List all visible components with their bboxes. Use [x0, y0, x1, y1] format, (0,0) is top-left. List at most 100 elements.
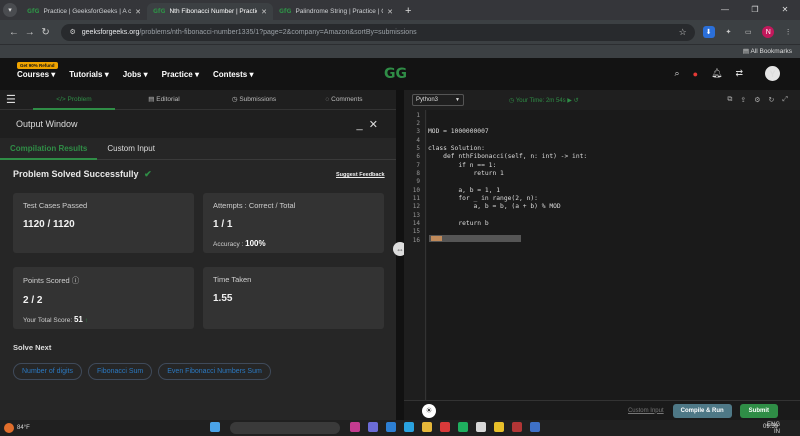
browser-tab-bar: ▾ GfG Practice | GeeksforGeeks | A co ✕ …: [0, 0, 800, 20]
maximize-icon[interactable]: ❐: [740, 0, 770, 20]
tab-label: Submissions: [239, 95, 277, 103]
bookmark-star-icon[interactable]: ☆: [679, 27, 687, 38]
app-icon[interactable]: [350, 422, 360, 432]
folder-icon[interactable]: [422, 422, 432, 432]
tab-submissions[interactable]: ◷ Submissions: [209, 90, 299, 110]
minimize-output-icon[interactable]: _: [357, 119, 363, 131]
app-icon[interactable]: [530, 422, 540, 432]
tab-search-icon[interactable]: ▾: [3, 3, 17, 17]
weather-widget[interactable]: 84°F: [4, 423, 30, 433]
code-editor[interactable]: MOD = 1000000007 class Solution: def nth…: [427, 110, 800, 400]
close-icon[interactable]: ✕: [135, 8, 141, 16]
chrome-icon[interactable]: [494, 422, 504, 432]
url-input[interactable]: ⚙ geeksforgeeks.org /problems/nth-fibona…: [61, 23, 695, 41]
taskbar-search-input[interactable]: [230, 422, 340, 434]
settings-icon[interactable]: ⚙: [754, 96, 760, 104]
clock[interactable]: 09:59: [763, 424, 778, 431]
reload-icon[interactable]: ↻: [38, 27, 54, 38]
hamburger-icon[interactable]: ☰: [6, 93, 19, 106]
browser-tab-active[interactable]: GfG Nth Fibonacci Number | Practic ✕: [147, 3, 273, 20]
editor-footer: ☀ Custom Input Compile & Run Submit: [404, 400, 800, 420]
suggest-feedback-link[interactable]: Suggest Feedback: [336, 172, 385, 178]
minimize-icon[interactable]: —: [710, 0, 740, 20]
output-window: Output Window _ ✕ Compilation Results Cu…: [0, 110, 396, 420]
browser-tab[interactable]: GfG Palindrome String | Practice | G ✕: [273, 3, 399, 20]
sidebar-icon[interactable]: ▭: [742, 26, 754, 38]
upload-icon[interactable]: ⇪: [740, 96, 746, 104]
output-title-bar: Output Window _ ✕: [0, 110, 396, 138]
close-output-icon[interactable]: ✕: [369, 119, 378, 131]
accuracy-row: Accuracy : 100%: [213, 239, 374, 248]
nav-contests[interactable]: Contests ▾: [213, 70, 253, 79]
profile-avatar[interactable]: N: [762, 26, 775, 38]
editor-icons: ⧉ ⇪ ⚙ ↻ ⤢: [719, 96, 788, 104]
app-icon[interactable]: [458, 422, 468, 432]
tab-comments[interactable]: ◌ Comments: [299, 90, 389, 110]
lightbulb-icon[interactable]: ☀: [422, 403, 436, 418]
code-line: a, b = b, (a + b) % MOD: [428, 203, 561, 210]
window-close-icon[interactable]: ✕: [770, 0, 800, 20]
tab-label: Comments: [331, 95, 363, 103]
custom-input-link[interactable]: Custom Input: [628, 408, 664, 414]
reset-code-icon[interactable]: ↻: [769, 96, 775, 104]
window-controls: — ❐ ✕: [710, 0, 800, 20]
menu-icon[interactable]: ⋮: [782, 26, 794, 38]
line-number: 16: [412, 237, 420, 244]
tab-custom-input[interactable]: Custom Input: [97, 138, 165, 160]
url-host: geeksforgeeks.org: [81, 28, 140, 36]
app-icon[interactable]: [404, 422, 414, 432]
problem-tabs: ☰ </> Problem ▤ Editorial ◷ Submissions …: [0, 90, 400, 110]
gfg-ai-icon[interactable]: ●: [693, 69, 698, 79]
windows-start-icon[interactable]: [210, 422, 220, 432]
chevron-down-icon: ▼: [455, 97, 460, 103]
nav-jobs[interactable]: Jobs ▾: [123, 70, 148, 79]
app-icon[interactable]: [440, 422, 450, 432]
puzzle-icon[interactable]: ✦: [723, 26, 735, 38]
info-icon[interactable]: ⓘ: [72, 276, 80, 285]
play-icon[interactable]: ▶: [567, 98, 572, 104]
search-icon[interactable]: ⌕: [675, 68, 680, 79]
submit-button[interactable]: Submit: [739, 403, 778, 418]
nav-tutorials[interactable]: Tutorials ▾: [69, 70, 108, 79]
language-select[interactable]: Python3 ▼: [412, 94, 464, 106]
copy-icon[interactable]: ⧉: [727, 96, 732, 104]
bell-icon[interactable]: 🔔︎: [711, 68, 722, 79]
forward-icon[interactable]: →: [22, 27, 38, 38]
card-label-row: Points Scored ⓘ: [23, 275, 184, 286]
back-icon[interactable]: ←: [6, 27, 22, 38]
extension-icon[interactable]: ⬇: [702, 26, 715, 38]
browser-tab[interactable]: GfG Practice | GeeksforGeeks | A co ✕: [21, 3, 147, 20]
user-avatar[interactable]: Y: [765, 66, 780, 81]
switch-icon[interactable]: ⇄: [735, 68, 743, 79]
line-number: 9: [416, 178, 420, 185]
code-line: def nthFibonacci(self, n: int) -> int:: [428, 153, 588, 160]
nav-label: Jobs: [122, 69, 142, 79]
solve-next-chip[interactable]: Even Fibonacci Numbers Sum: [158, 363, 271, 380]
tab-problem[interactable]: </> Problem: [29, 90, 119, 110]
tab-editorial[interactable]: ▤ Editorial: [119, 90, 209, 110]
tab-compilation-results[interactable]: Compilation Results: [0, 138, 98, 160]
chevron-down-icon: ▾: [195, 69, 200, 79]
app-icon[interactable]: [476, 422, 486, 432]
gfg-logo[interactable]: GG: [384, 66, 407, 82]
nav-courses[interactable]: Get 90% Refund Courses ▾: [17, 61, 58, 79]
nav-practice[interactable]: Practice ▾: [162, 70, 199, 79]
reset-timer-icon[interactable]: ↺: [574, 98, 579, 104]
code-line: return 1: [428, 170, 504, 177]
close-icon[interactable]: ✕: [387, 8, 393, 16]
new-tab-icon[interactable]: +: [405, 5, 411, 17]
site-info-icon[interactable]: ⚙: [69, 28, 75, 36]
bookmarks-bar: ▤ All Bookmarks: [0, 44, 800, 58]
all-bookmarks-link[interactable]: All Bookmarks: [750, 48, 792, 55]
app-icon[interactable]: [512, 422, 522, 432]
solve-next-chip[interactable]: Number of digits: [13, 363, 82, 380]
address-bar: ← → ↻ ⚙ geeksforgeeks.org /problems/nth-…: [0, 20, 800, 44]
app-icon[interactable]: [386, 422, 396, 432]
compile-run-button[interactable]: Compile & Run: [672, 403, 732, 418]
fullscreen-icon[interactable]: ⤢: [782, 96, 788, 104]
autocomplete-kind-icon: [431, 236, 442, 241]
app-icon[interactable]: [368, 422, 378, 432]
total-score-row: Your Total Score: 51 ↑: [23, 315, 184, 324]
close-icon[interactable]: ✕: [261, 8, 267, 16]
solve-next-chip[interactable]: Fibonacci Sum: [87, 363, 153, 380]
